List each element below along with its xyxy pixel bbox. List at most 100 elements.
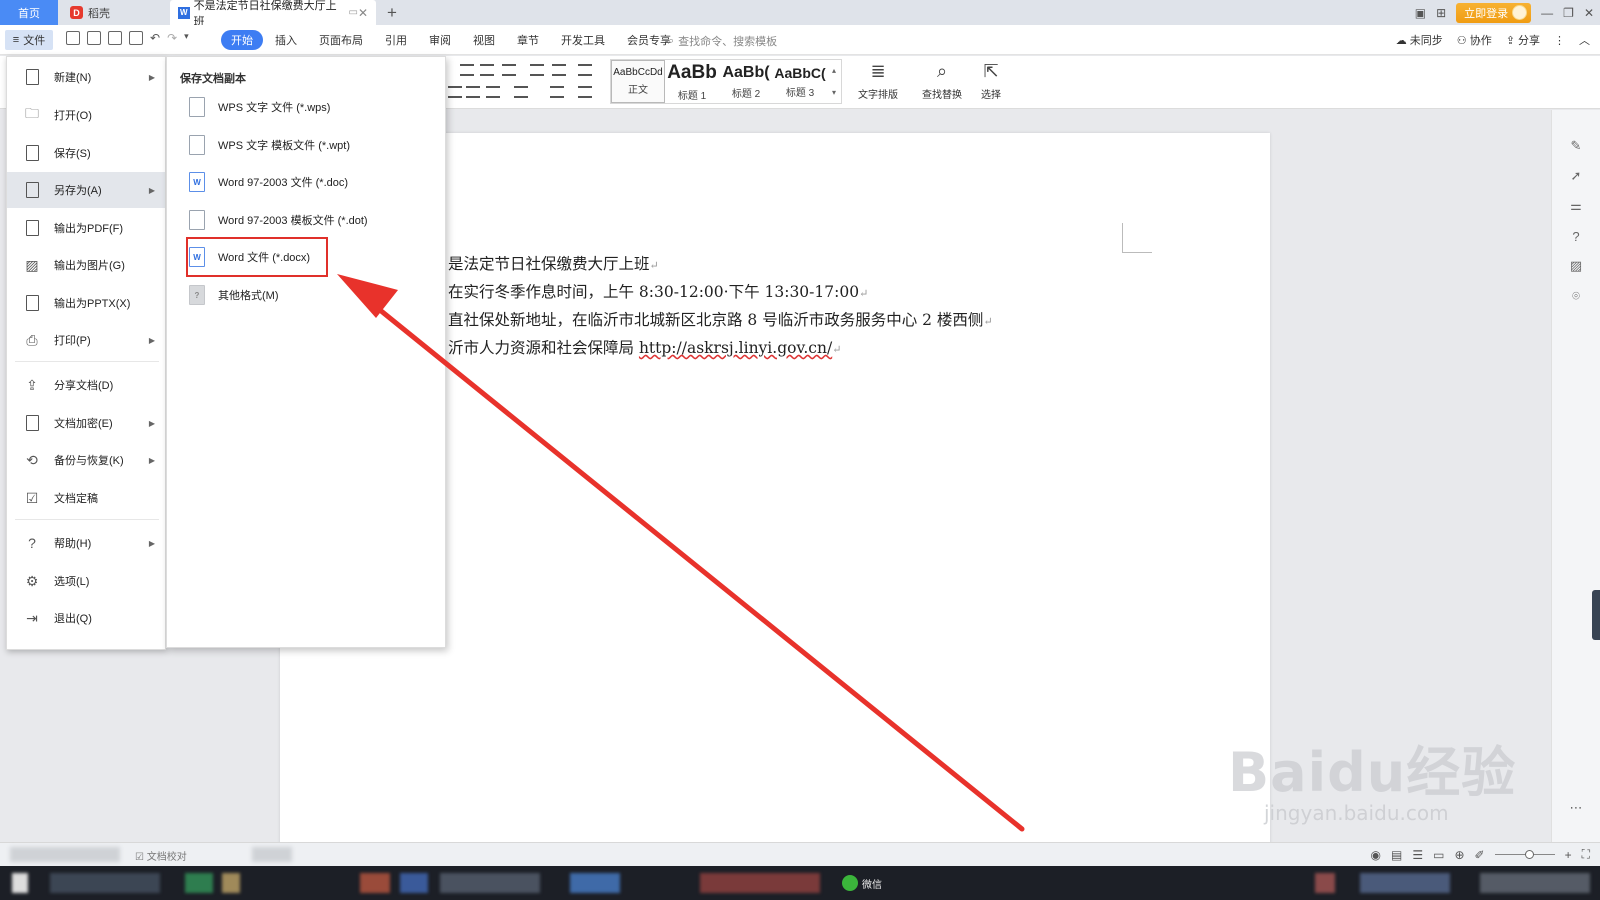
file-menu-button[interactable]: ≡ 文件 xyxy=(5,30,53,50)
ribbon-tab-section[interactable]: 章节 xyxy=(507,30,549,50)
share-button[interactable]: ⇪ 分享 xyxy=(1506,32,1540,48)
minimize-button[interactable]: — xyxy=(1541,6,1553,20)
restore-button[interactable]: ❐ xyxy=(1563,6,1574,20)
document-body[interactable]: 是法定节日社保缴费大厅上班↵ 在实行冬季作息时间，上午 8:30-12:00·下… xyxy=(448,251,993,363)
file-menu-save-as[interactable]: 另存为(A) ▶ xyxy=(7,172,165,208)
file-menu-new[interactable]: 新建(N) ▶ xyxy=(7,59,165,95)
collaborate-button[interactable]: ⚇ 协作 xyxy=(1457,32,1492,48)
new-tab-button[interactable]: + xyxy=(382,0,402,25)
location-icon[interactable]: ⌾ xyxy=(1568,288,1584,304)
layout-icon[interactable]: ▣ xyxy=(1415,6,1426,20)
taskbar-wechat[interactable]: 微信 xyxy=(842,875,882,891)
ribbon-tab-review[interactable]: 审阅 xyxy=(419,30,461,50)
redo-icon[interactable]: ↷ xyxy=(167,31,177,45)
line-spacing-icon[interactable] xyxy=(514,86,528,98)
ribbon-tab-insert[interactable]: 插入 xyxy=(265,30,307,50)
taskbar-app[interactable] xyxy=(700,873,820,893)
save-as-doc[interactable]: W Word 97-2003 文件 (*.doc) xyxy=(189,167,437,197)
file-menu-save[interactable]: 保存(S) xyxy=(7,135,165,171)
save-quick-icon[interactable] xyxy=(66,31,80,45)
text-layout-button[interactable]: ≣ 文字排版 xyxy=(858,60,898,102)
taskbar-app[interactable] xyxy=(185,873,213,893)
outline-view-icon[interactable]: ☰ xyxy=(1412,848,1423,862)
ribbon-tab-view[interactable]: 视图 xyxy=(463,30,505,50)
sort-icon[interactable] xyxy=(530,64,544,76)
shading-icon[interactable] xyxy=(550,86,564,98)
table-border-icon[interactable] xyxy=(578,64,592,76)
ribbon-tab-layout[interactable]: 页面布局 xyxy=(309,30,373,50)
taskbar-app[interactable] xyxy=(222,873,240,893)
close-window-button[interactable]: ✕ xyxy=(1584,6,1594,20)
file-menu-share[interactable]: ⇪ 分享文档(D) xyxy=(7,367,165,403)
style-gallery-scroll[interactable]: ▴ ▾ xyxy=(827,60,841,103)
more-icon[interactable]: ⋮ xyxy=(1554,34,1565,47)
print-quick-icon[interactable] xyxy=(108,31,122,45)
save-as-dot[interactable]: Word 97-2003 模板文件 (*.dot) xyxy=(189,205,437,235)
file-menu-exit[interactable]: ⇥ 退出(Q) xyxy=(7,600,165,636)
tab-document[interactable]: W 不是法定节日社保缴费大厅上班 ▭ ✕ xyxy=(170,0,376,28)
zoom-in-button[interactable]: + xyxy=(1565,848,1572,862)
ribbon-tab-home[interactable]: 开始 xyxy=(221,30,263,50)
tray-icon[interactable] xyxy=(1315,873,1335,893)
globe-icon[interactable]: ⊕ xyxy=(1454,848,1464,862)
collapse-ribbon-icon[interactable]: ︿ xyxy=(1579,32,1590,48)
borders-icon[interactable] xyxy=(578,86,592,98)
fullscreen-button[interactable]: ⛶ xyxy=(1582,847,1590,862)
image-edit-icon[interactable]: ▨ xyxy=(1568,258,1584,274)
zoom-slider-knob[interactable] xyxy=(1524,850,1534,859)
file-menu-backup[interactable]: ⟲ 备份与恢复(K) ▶ xyxy=(7,442,165,478)
pointer-icon[interactable]: ➚ xyxy=(1568,168,1584,184)
taskbar-app[interactable] xyxy=(400,873,428,893)
eye-protection-icon[interactable]: ◉ xyxy=(1371,848,1381,862)
taskbar-app[interactable] xyxy=(440,873,540,893)
zoom-slider[interactable] xyxy=(1494,850,1555,859)
save-as-wps[interactable]: WPS 文字 文件 (*.wps) xyxy=(189,92,437,122)
preview-quick-icon[interactable] xyxy=(129,31,143,45)
file-menu-help[interactable]: ? 帮助(H) ▶ xyxy=(7,525,165,561)
outdent-icon[interactable] xyxy=(480,64,494,76)
tray-icons[interactable] xyxy=(1360,873,1450,893)
grid-apps-icon[interactable]: ⊞ xyxy=(1436,6,1446,20)
file-menu-export-pptx[interactable]: 输出为PPTX(X) xyxy=(7,285,165,321)
taskbar-app[interactable] xyxy=(360,873,390,893)
style-heading-2[interactable]: AaBb( 标题 2 xyxy=(719,60,773,103)
file-menu-encrypt[interactable]: 文档加密(E) ▶ xyxy=(7,405,165,441)
align-center-icon[interactable] xyxy=(448,86,462,98)
style-heading-3[interactable]: AaBbC( 标题 3 xyxy=(773,60,827,103)
side-handle[interactable] xyxy=(1592,590,1600,640)
undo-icon[interactable]: ↶ xyxy=(150,31,160,45)
tab-close-icon[interactable]: ✕ xyxy=(358,6,368,20)
taskbar-app[interactable] xyxy=(50,873,160,893)
doc-hyperlink[interactable]: http://askrsj.linyi.gov.cn/ xyxy=(639,339,832,357)
file-menu-open[interactable]: 🗀 打开(O) xyxy=(7,97,165,133)
tab-home[interactable]: 首页 xyxy=(0,0,58,25)
start-button[interactable] xyxy=(12,873,28,893)
chinese-layout-icon[interactable] xyxy=(502,64,516,76)
sliders-icon[interactable]: ⚌ xyxy=(1568,198,1584,214)
customize-dropdown-icon[interactable]: ▾ xyxy=(184,31,189,45)
save-as-other-formats[interactable]: ? 其他格式(M) xyxy=(189,280,437,310)
find-replace-button[interactable]: ⌕ 查找替换 xyxy=(922,60,962,102)
proofread-button[interactable]: ☑ 文档校对 xyxy=(135,848,187,863)
edit-mode-icon[interactable]: ✐ xyxy=(1475,848,1485,862)
show-marks-icon[interactable] xyxy=(552,64,566,76)
indent-icon[interactable] xyxy=(460,64,474,76)
tray-clock[interactable] xyxy=(1480,873,1590,893)
file-menu-export-pdf[interactable]: 输出为PDF(F) xyxy=(7,210,165,246)
select-button[interactable]: ⇱ 选择 xyxy=(980,60,1002,102)
file-menu-finalize[interactable]: ☑ 文档定稿 xyxy=(7,480,165,516)
taskbar-app[interactable] xyxy=(570,873,620,893)
align-justify-icon[interactable] xyxy=(466,86,480,98)
login-button[interactable]: 立即登录 xyxy=(1456,2,1532,23)
ribbon-tab-developer[interactable]: 开发工具 xyxy=(551,30,615,50)
pen-icon[interactable]: ✎ xyxy=(1568,138,1584,154)
distribute-icon[interactable] xyxy=(486,86,500,98)
save-as-wpt[interactable]: WPS 文字 模板文件 (*.wpt) xyxy=(189,130,437,160)
ribbon-tab-references[interactable]: 引用 xyxy=(375,30,417,50)
export-quick-icon[interactable] xyxy=(87,31,101,45)
sync-button[interactable]: ☁ 未同步 xyxy=(1396,32,1443,48)
tab-pin-icon[interactable]: ▭ xyxy=(348,7,357,18)
style-normal[interactable]: AaBbCcDd 正文 xyxy=(611,60,665,103)
tab-daoke[interactable]: D 稻壳 xyxy=(62,0,168,25)
file-menu-options[interactable]: ⚙ 选项(L) xyxy=(7,563,165,599)
